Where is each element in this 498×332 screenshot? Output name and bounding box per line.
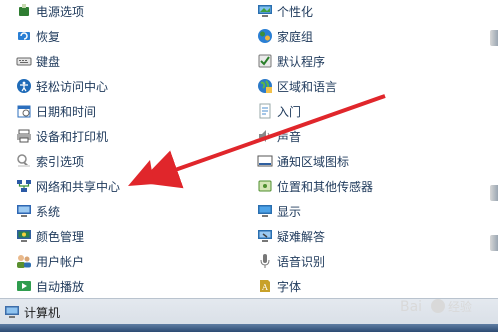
right-edge-tab	[490, 30, 498, 46]
item-label: 疑难解答	[277, 229, 326, 244]
troubleshooting-icon	[257, 228, 273, 244]
notification-area-icon	[257, 153, 273, 169]
item-label: 家庭组	[277, 29, 314, 44]
svg-text:经验: 经验	[448, 299, 472, 314]
item-label: 通知区域图标	[277, 154, 350, 169]
control-panel: 电源选项恢复键盘轻松访问中心 日期和时间设备和打印机 索引选项网络和共享中心 系统颜色…	[0, 0, 498, 298]
control-panel-item[interactable]: 设备和打印机	[16, 126, 108, 146]
control-panel-item[interactable]: 语音识别	[257, 251, 325, 271]
control-panel-item[interactable]: 网络和共享中心	[16, 176, 120, 196]
item-label: 设备和打印机	[36, 129, 109, 144]
control-panel-item[interactable]: 电源选项	[16, 1, 84, 21]
computer-icon	[4, 304, 20, 320]
indexing-options-icon	[16, 153, 32, 169]
item-label: 入门	[277, 104, 302, 119]
item-label: 颜色管理	[36, 229, 85, 244]
homegroup-icon	[257, 28, 273, 44]
control-panel-item[interactable]: 恢复	[16, 26, 60, 46]
color-management-icon	[16, 228, 32, 244]
item-label: 语音识别	[277, 254, 326, 269]
control-panel-item[interactable]: 显示	[257, 201, 301, 221]
control-panel-item[interactable]: 用户帐户	[16, 251, 84, 271]
right-edge-tab	[490, 235, 498, 251]
system-icon	[16, 203, 32, 219]
control-panel-item[interactable]: 颜色管理	[16, 226, 84, 246]
item-label: 用户帐户	[36, 254, 85, 269]
fonts-icon: A	[257, 278, 273, 294]
item-label: 位置和其他传感器	[277, 179, 374, 194]
computer-label: 计算机	[24, 305, 61, 320]
control-panel-item[interactable]: 自动播放	[16, 276, 84, 296]
date-time-icon	[16, 103, 32, 119]
display-icon	[257, 203, 273, 219]
item-label: 自动播放	[36, 279, 85, 294]
item-label: 系统	[36, 204, 61, 219]
default-programs-icon	[257, 53, 273, 69]
control-panel-item[interactable]: 通知区域图标	[257, 151, 349, 171]
ease-of-access-icon	[16, 78, 32, 94]
control-panel-item[interactable]: 键盘	[16, 51, 60, 71]
keyboard-icon	[16, 53, 32, 69]
computer-item[interactable]: 计算机	[4, 302, 60, 322]
svg-text:A: A	[261, 283, 268, 292]
item-label: 默认程序	[277, 54, 326, 69]
item-label: 声音	[277, 129, 302, 144]
control-panel-item[interactable]: 默认程序	[257, 51, 325, 71]
region-language-icon	[257, 78, 273, 94]
control-panel-item[interactable]: 入门	[257, 101, 301, 121]
right-edge-tab	[490, 185, 498, 201]
item-label: 恢复	[36, 29, 61, 44]
control-panel-item[interactable]: A 字体	[257, 276, 301, 296]
control-panel-item[interactable]: 家庭组	[257, 26, 313, 46]
autoplay-icon	[16, 278, 32, 294]
item-label: 显示	[277, 204, 302, 219]
power-options-icon	[16, 3, 32, 19]
item-label: 网络和共享中心	[36, 179, 121, 194]
control-panel-item[interactable]: 日期和时间	[16, 101, 96, 121]
item-label: 个性化	[277, 4, 314, 19]
user-accounts-icon	[16, 253, 32, 269]
item-label: 索引选项	[36, 154, 85, 169]
recovery-icon	[16, 28, 32, 44]
sound-icon	[257, 128, 273, 144]
getting-started-icon	[257, 103, 273, 119]
control-panel-item[interactable]: 系统	[16, 201, 60, 221]
control-panel-item[interactable]: 疑难解答	[257, 226, 325, 246]
item-label: 区域和语言	[277, 79, 338, 94]
item-label: 电源选项	[36, 4, 85, 19]
location-sensors-icon	[257, 178, 273, 194]
baidu-watermark-logo: Bai 经验	[400, 295, 480, 317]
item-label: 键盘	[36, 54, 61, 69]
control-panel-item[interactable]: 轻松访问中心	[16, 76, 108, 96]
network-sharing-center-icon	[16, 178, 32, 194]
item-label: 日期和时间	[36, 104, 97, 119]
personalization-icon	[257, 3, 273, 19]
item-label: 字体	[277, 279, 302, 294]
devices-printers-icon	[16, 128, 32, 144]
control-panel-item[interactable]: 区域和语言	[257, 76, 337, 96]
control-panel-item[interactable]: 声音	[257, 126, 301, 146]
control-panel-item[interactable]: 位置和其他传感器	[257, 176, 373, 196]
control-panel-item[interactable]: 索引选项	[16, 151, 84, 171]
speech-recognition-icon	[257, 253, 273, 269]
item-label: 轻松访问中心	[36, 79, 109, 94]
control-panel-item[interactable]: 个性化	[257, 1, 313, 21]
svg-text:Bai: Bai	[400, 299, 422, 315]
